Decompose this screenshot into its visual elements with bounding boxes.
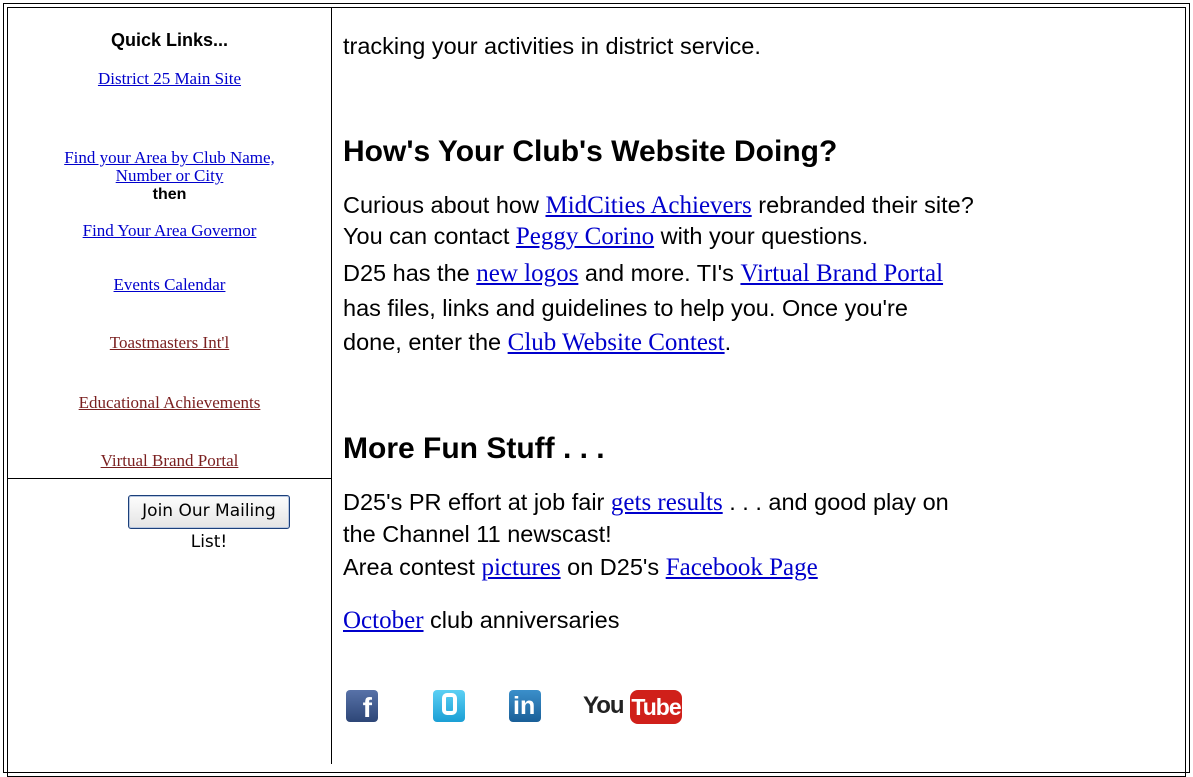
link-toastmasters-intl[interactable]: Toastmasters Int'l bbox=[8, 333, 331, 353]
join-mailing-list-button[interactable]: Join Our Mailing List! bbox=[128, 495, 290, 552]
intro-text: tracking your activities in district ser… bbox=[343, 33, 761, 59]
fun-line-2: the Channel 11 newscast! bbox=[343, 521, 612, 547]
link-educational-achievements[interactable]: Educational Achievements bbox=[8, 393, 331, 413]
website-line-1: Curious about how MidCities Achievers re… bbox=[343, 192, 974, 219]
link-district-main-site[interactable]: District 25 Main Site bbox=[8, 69, 331, 89]
inner-border bbox=[7, 7, 1186, 777]
page-frame bbox=[0, 0, 1193, 777]
twitter-icon[interactable] bbox=[433, 690, 465, 722]
website-heading: How's Your Club's Website Doing? bbox=[343, 135, 838, 168]
link-virtual-brand-portal[interactable]: Virtual Brand Portal bbox=[8, 451, 331, 471]
facebook-icon[interactable]: f bbox=[346, 690, 378, 723]
quick-links-title: Quick Links... bbox=[110, 30, 229, 50]
link-virtual-brand-portal-main[interactable]: Virtual Brand Portal bbox=[740, 260, 943, 287]
link-facebook-page[interactable]: Facebook Page bbox=[666, 554, 818, 581]
link-events-calendar[interactable]: Events Calendar bbox=[8, 275, 331, 295]
link-gets-results[interactable]: gets results bbox=[611, 489, 723, 516]
fun-line-3: Area contest pictures on D25's Facebook … bbox=[343, 554, 818, 581]
link-find-area-governor[interactable]: Find Your Area Governor bbox=[8, 221, 331, 241]
linkedin-icon[interactable]: in bbox=[509, 690, 541, 722]
then-label: then bbox=[152, 186, 187, 203]
fun-line-1: D25's PR effort at job fair gets results… bbox=[343, 489, 949, 516]
sidebar-divider bbox=[7, 478, 332, 479]
link-october[interactable]: October bbox=[343, 607, 424, 634]
link-new-logos[interactable]: new logos bbox=[476, 260, 578, 287]
fun-stuff-heading: More Fun Stuff . . . bbox=[343, 432, 605, 465]
website-line-3: D25 has the new logos and more. TI's Vir… bbox=[343, 260, 944, 287]
link-find-area-line1[interactable]: Find your Area by Club Name, bbox=[8, 148, 331, 168]
link-club-website-contest[interactable]: Club Website Contest bbox=[508, 329, 725, 356]
link-midcities-achievers[interactable]: MidCities Achievers bbox=[545, 192, 751, 219]
column-divider bbox=[331, 7, 332, 764]
website-line-2: You can contact Peggy Corino with your q… bbox=[343, 223, 869, 250]
link-peggy-corino[interactable]: Peggy Corino bbox=[516, 223, 654, 250]
fun-line-4: October club anniversaries bbox=[343, 607, 620, 634]
website-line-4: has files, links and guidelines to help … bbox=[343, 295, 908, 321]
website-line-5: done, enter the Club Website Contest. bbox=[343, 329, 732, 356]
link-find-area-line2[interactable]: Number or City bbox=[8, 166, 331, 186]
link-pictures[interactable]: pictures bbox=[481, 554, 560, 581]
